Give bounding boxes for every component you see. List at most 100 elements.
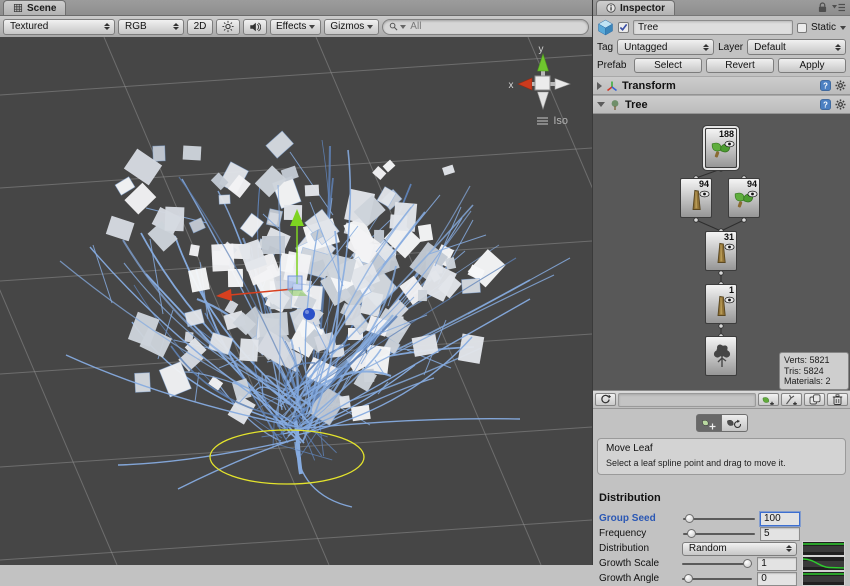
add-branch-icon xyxy=(785,394,798,405)
growth-angle-curve-field[interactable] xyxy=(802,571,845,586)
add-leaf-icon xyxy=(762,394,775,405)
tree-node-branch-group[interactable]: 94 xyxy=(680,178,712,218)
gear-icon[interactable] xyxy=(835,99,846,110)
add-leaf-group-button[interactable] xyxy=(758,393,779,406)
shading-mode-dropdown[interactable]: Textured xyxy=(3,19,115,35)
tag-value: Untagged xyxy=(624,42,699,53)
scene-search-field[interactable] xyxy=(382,19,589,35)
distribution-label: Distribution xyxy=(599,543,682,554)
search-filter-chevron-icon xyxy=(400,25,406,29)
axis-center-cube[interactable] xyxy=(535,76,550,90)
help-icon[interactable]: ? xyxy=(820,99,831,110)
dropdown-arrows-icon xyxy=(173,23,179,30)
lock-icon[interactable] xyxy=(818,2,827,13)
static-dropdown-icon[interactable] xyxy=(840,26,846,30)
distribution-value: Random xyxy=(689,543,782,554)
frequency-value-field[interactable]: 5 xyxy=(760,527,800,541)
growth-angle-slider[interactable] xyxy=(682,571,753,586)
gameobject-active-checkbox[interactable] xyxy=(618,22,629,33)
materials-stat: Materials: 2 xyxy=(784,376,844,387)
shading-mode-value: Textured xyxy=(10,21,100,32)
effects-dropdown-button[interactable]: Effects xyxy=(270,19,321,35)
prefab-select-button[interactable]: Select xyxy=(634,58,702,73)
growth-angle-value-field[interactable]: 0 xyxy=(757,572,796,586)
group-seed-slider[interactable] xyxy=(683,511,755,526)
transform-label: Transform xyxy=(622,80,676,92)
refresh-button[interactable] xyxy=(595,393,616,406)
prefab-apply-label: Apply xyxy=(799,60,824,71)
tree-node-leaf-group[interactable]: 188 xyxy=(705,128,737,168)
growth-scale-slider[interactable] xyxy=(682,556,753,571)
leaf-tool-toggle-group xyxy=(593,414,850,432)
projection-mode-label[interactable]: Iso xyxy=(537,115,568,127)
distribution-row: Distribution Random xyxy=(599,541,845,556)
visibility-eye-icon[interactable] xyxy=(747,190,758,198)
duplicate-icon xyxy=(809,394,821,405)
move-leaf-tool-button[interactable] xyxy=(696,414,722,432)
group-seed-value-field[interactable]: 100 xyxy=(760,512,800,526)
tris-stat: Tris: 5824 xyxy=(784,366,844,377)
help-icon[interactable]: ? xyxy=(820,80,831,91)
audio-toggle-button[interactable] xyxy=(243,19,267,35)
tag-dropdown[interactable]: Untagged xyxy=(617,39,714,55)
duplicate-node-button[interactable] xyxy=(804,393,825,406)
lighting-toggle-button[interactable] xyxy=(216,19,240,35)
layer-label: Layer xyxy=(718,42,743,53)
info-icon xyxy=(606,3,616,13)
frequency-slider[interactable] xyxy=(683,526,755,541)
distribution-dropdown[interactable]: Random xyxy=(682,542,797,556)
growth-scale-value-field[interactable]: 1 xyxy=(757,557,796,571)
prefab-revert-button[interactable]: Revert xyxy=(706,58,774,73)
2d-label: 2D xyxy=(194,21,207,32)
delete-node-button[interactable] xyxy=(827,393,848,406)
prefab-revert-label: Revert xyxy=(725,60,754,71)
growth-scale-curve-field[interactable] xyxy=(802,556,845,571)
verts-stat: Verts: 5821 xyxy=(784,355,844,366)
gizmos-dropdown-button[interactable]: Gizmos xyxy=(324,19,379,35)
trash-icon xyxy=(832,394,843,405)
group-seed-label: Group Seed xyxy=(599,513,683,524)
transform-component-header[interactable]: Transform ? xyxy=(593,76,850,95)
scene-3d-view xyxy=(0,37,592,565)
orientation-gizmo[interactable]: y x xyxy=(496,43,582,113)
gameobject-cube-icon xyxy=(597,19,614,36)
foldout-expanded-icon[interactable] xyxy=(597,102,605,107)
axis-right-cone[interactable] xyxy=(555,79,570,90)
static-checkbox[interactable] xyxy=(797,23,807,33)
scene-panel: Scene Textured RGB 2D xyxy=(0,0,593,565)
render-channels-dropdown[interactable]: RGB xyxy=(118,19,184,35)
prefab-apply-button[interactable]: Apply xyxy=(778,58,846,73)
tree-component-header[interactable]: Tree ? xyxy=(593,95,850,114)
tree-node-root[interactable] xyxy=(705,336,737,376)
inspector-tab-label: Inspector xyxy=(620,3,665,14)
rotate-leaf-tool-button[interactable] xyxy=(722,414,748,432)
tree-node-leaf-group[interactable]: 94 xyxy=(728,178,760,218)
tab-scene[interactable]: Scene xyxy=(3,0,66,15)
dropdown-arrows-icon xyxy=(703,44,709,51)
foldout-collapsed-icon[interactable] xyxy=(597,82,602,90)
tree-node-branch-group[interactable]: 1 xyxy=(705,284,737,324)
visibility-eye-icon[interactable] xyxy=(724,140,735,148)
tree-node-branch-group[interactable]: 31 xyxy=(705,231,737,271)
axis-down-cone[interactable] xyxy=(538,92,549,109)
axis-y-cone[interactable] xyxy=(538,54,549,71)
axis-x-cone[interactable] xyxy=(518,78,532,90)
visibility-eye-icon[interactable] xyxy=(724,296,735,304)
2d-toggle-button[interactable]: 2D xyxy=(187,19,213,35)
gear-icon[interactable] xyxy=(835,80,846,91)
scene-viewport[interactable]: y x Iso xyxy=(0,37,592,565)
gameobject-name-field[interactable]: Tree xyxy=(633,20,793,35)
render-channels-value: RGB xyxy=(125,21,169,32)
panel-menu-icon[interactable] xyxy=(832,3,845,12)
tab-inspector[interactable]: Inspector xyxy=(596,0,675,15)
dropdown-arrows-icon xyxy=(786,545,792,552)
add-branch-group-button[interactable] xyxy=(781,393,802,406)
layer-dropdown[interactable]: Default xyxy=(747,39,846,55)
gameobject-header: Tree Static Tag Untagged Layer Default P… xyxy=(593,16,850,76)
inspector-panel: Inspector xyxy=(593,0,850,565)
distribution-curve-field[interactable] xyxy=(802,541,845,556)
growth-scale-label: Growth Scale xyxy=(599,558,682,569)
visibility-eye-icon[interactable] xyxy=(699,190,710,198)
visibility-eye-icon[interactable] xyxy=(724,243,735,251)
search-input[interactable] xyxy=(408,20,582,33)
